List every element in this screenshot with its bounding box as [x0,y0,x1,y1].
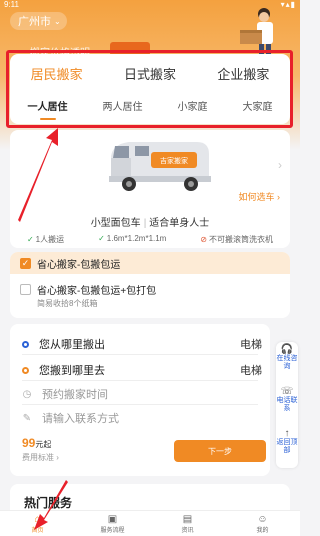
feature-text: 不可搬滚筒洗衣机 [209,235,273,244]
origin-dot-icon [22,340,29,348]
checkbox-icon[interactable] [20,284,31,295]
option-basic-label: 省心搬家-包搬包运 [37,259,121,271]
next-step-button[interactable]: 下一步 [174,440,266,462]
check-icon: ✓ [98,234,105,243]
service-options-card: ✓ 省心搬家-包搬包运 省心搬家-包搬包运+包打包 简易收拾8个纸箱 [10,252,290,318]
nav-mine[interactable]: ☺ 我的 [243,514,283,534]
check-icon: ✓ [26,235,34,244]
divider [22,380,258,381]
price-display: 99元起 [22,436,51,450]
next-vehicle-chevron-icon[interactable]: › [278,158,282,172]
feature-text: 1人搬运 [35,235,65,244]
price-value: 99 [22,436,36,450]
phone-contact-button[interactable]: ☏ 电话联系 [276,386,298,413]
chevron-down-icon: ⌄ [54,16,61,26]
process-icon: ▣ [107,513,118,525]
phone-icon: ☏ [280,386,294,397]
phone-contact-label: 电话联系 [276,397,298,412]
move-to-label: 您搬到哪里去 [39,365,105,377]
vehicle-features: ✓ 1人搬运 ✓ 1.6m*1.2m*1.1m ⊘ 不可搬滚筒洗衣机 [10,234,290,245]
feature-item: ⊘ 不可搬滚筒洗衣机 [200,234,273,245]
nav-process-label: 服务流程 [100,527,125,534]
feature-item: ✓ 1.6m*1.2m*1.1m [98,234,166,245]
mover-illustration [240,8,273,56]
city-selector[interactable]: 广州市 ⌄ [10,12,67,30]
floating-contact-bar: 🎧 在线咨询 ☏ 电话联系 ↑ 返回顶部 [276,342,298,468]
online-consult-button[interactable]: 🎧 在线咨询 [276,344,298,371]
move-from-field[interactable]: 您从哪里搬出 [22,336,105,352]
address-card: 您从哪里搬出 电梯 您搬到哪里去 电梯 ◷ 预约搬家时间 ✎ 请输入联系方式 9… [10,324,270,476]
feature-text: 1.6m*1.2m*1.1m [106,234,167,243]
elevator-to[interactable]: 电梯 [240,362,262,378]
option-packing-label: 省心搬家-包搬包运+包打包 [37,286,157,297]
move-to-field[interactable]: 您搬到哪里去 [22,362,105,378]
back-to-top-label: 返回顶部 [276,439,298,454]
vehicle-suitable: 适合单身人士 [149,218,210,229]
edit-icon: ✎ [22,412,32,424]
vehicle-type: 小型面包车 [90,218,141,229]
vehicle-description: 小型面包车 | 适合单身人士 [90,218,210,229]
contact-field[interactable]: ✎ 请输入联系方式 [22,410,119,426]
headset-icon: 🎧 [280,344,294,355]
city-label: 广州市 [18,16,51,28]
elevator-from[interactable]: 电梯 [240,336,262,352]
home-icon: ⌂ [34,513,41,525]
option-packing-sub: 简易收拾8个纸箱 [37,299,98,308]
nav-home-label: 首页 [31,527,44,534]
hot-services-title: 热门服务 [24,496,73,510]
feature-item: ✓ 1人搬运 [27,234,64,245]
ban-icon: ⊘ [200,235,207,244]
nav-news[interactable]: ▤ 资讯 [168,514,208,534]
nav-mine-label: 我的 [256,527,269,534]
van-brand-text: 吉家搬家 [160,156,188,165]
contact-placeholder: 请输入联系方式 [42,413,119,425]
nav-news-label: 资讯 [181,527,194,534]
online-consult-label: 在线咨询 [276,355,298,370]
van-image: 吉家搬家 [109,142,211,191]
news-icon: ▤ [182,513,193,525]
user-icon: ☺ [257,513,268,525]
option-with-packing[interactable]: 省心搬家-包搬包运+包打包 [20,282,156,297]
annotation-highlight-box [6,50,293,128]
price-suffix: 元起 [35,440,52,449]
clock-icon: ◷ [22,388,32,400]
move-from-label: 您从哪里搬出 [39,339,105,351]
divider [22,354,258,355]
checkbox-checked-icon[interactable]: ✓ [20,257,31,269]
bottom-navigation: ⌂ 首页 ▣ 服务流程 ▤ 资讯 ☺ 我的 [0,510,300,536]
back-to-top-button[interactable]: ↑ 返回顶部 [276,428,298,455]
price-standard-link[interactable]: 费用标准 › [22,452,59,463]
nav-process[interactable]: ▣ 服务流程 [93,514,133,534]
status-time: 9:11 [4,0,19,9]
move-time-field[interactable]: ◷ 预约搬家时间 [22,386,108,402]
how-to-choose-link[interactable]: 如何选车 › [239,190,281,203]
destination-dot-icon [22,366,29,374]
nav-home[interactable]: ⌂ 首页 [18,514,58,534]
divider [22,404,258,405]
move-time-placeholder: 预约搬家时间 [42,389,108,401]
vehicle-card: 吉家搬家 › 如何选车 › 小型面包车 | 适合单身人士 ✓ 1人搬运 ✓ 1.6m*1… [10,130,290,248]
arrow-up-icon: ↑ [284,428,290,439]
option-basic[interactable]: ✓ 省心搬家-包搬包运 [10,252,290,274]
